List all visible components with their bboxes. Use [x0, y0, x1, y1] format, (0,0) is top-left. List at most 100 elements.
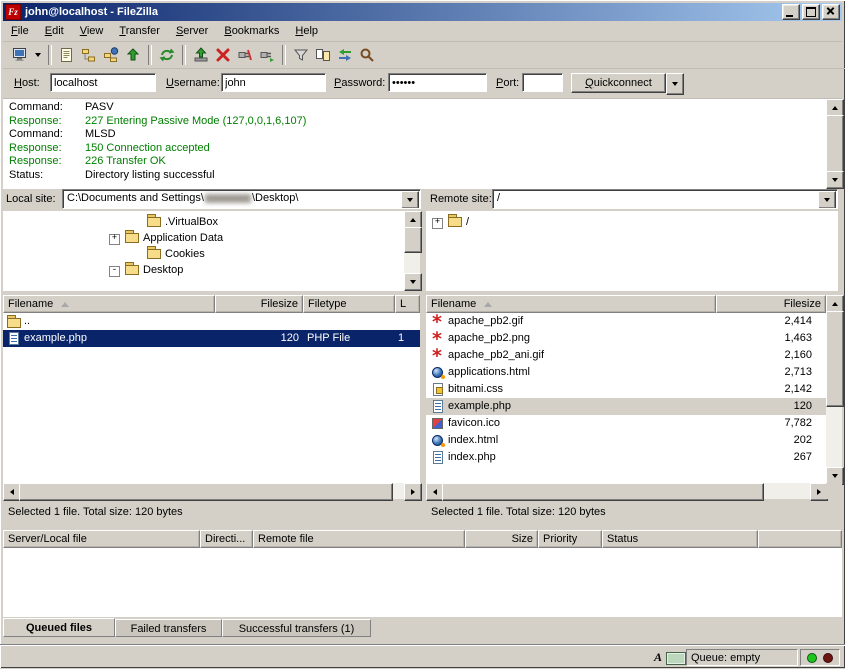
file-row[interactable]: index.php267	[426, 449, 826, 466]
column-header-filename[interactable]: Filename	[3, 295, 215, 313]
tree-item[interactable]: -Desktop	[3, 261, 404, 277]
quickconnect-dropdown[interactable]	[666, 73, 684, 95]
tab-successful-transfers[interactable]: Successful transfers (1)	[222, 619, 371, 637]
find-files-button[interactable]	[356, 44, 378, 66]
column-header-lastmodified[interactable]: L	[395, 295, 420, 313]
local-site-dropdown[interactable]	[401, 191, 419, 209]
log-line: Command:MLSD	[3, 128, 826, 142]
scroll-down-button[interactable]	[404, 273, 422, 291]
directory-filter-button[interactable]	[290, 44, 312, 66]
image-file-icon	[430, 314, 446, 329]
site-manager-button[interactable]	[9, 44, 31, 66]
column-header-filesize[interactable]: Filesize	[716, 295, 826, 313]
maximize-icon	[806, 7, 816, 17]
scroll-thumb[interactable]	[826, 115, 844, 173]
local-horizontal-scrollbar[interactable]	[3, 483, 420, 499]
local-tree-scrollbar[interactable]	[404, 211, 420, 289]
disconnect-button[interactable]	[234, 44, 256, 66]
file-row-selected[interactable]: example.php120	[426, 398, 826, 415]
scroll-thumb[interactable]	[826, 311, 844, 407]
menu-view[interactable]: View	[72, 23, 112, 39]
file-row[interactable]: favicon.ico7,782	[426, 415, 826, 432]
port-label: Port:	[496, 77, 519, 89]
file-size: 7,782	[702, 415, 812, 431]
tab-failed-transfers[interactable]: Failed transfers	[115, 619, 222, 637]
synchronized-browsing-button[interactable]	[334, 44, 356, 66]
cancel-transfer-button[interactable]	[212, 44, 234, 66]
column-header-filetype[interactable]: Filetype	[303, 295, 395, 313]
tree-item[interactable]: + Application Data	[3, 229, 404, 245]
host-input[interactable]	[50, 73, 156, 92]
log-line: Status:Directory listing successful	[3, 169, 826, 183]
tree-item-label: Application Data	[143, 232, 223, 244]
expand-icon[interactable]: +	[109, 234, 120, 245]
transfer-queue-toggle-button[interactable]	[122, 44, 144, 66]
file-row[interactable]: apache_pb2.gif2,414	[426, 313, 826, 330]
quickconnect-bar: Host: Username: Password: Port: Quickcon…	[3, 68, 842, 99]
filezilla-app-icon[interactable]: Fz	[5, 4, 21, 20]
file-row-selected[interactable]: example.php 120 PHP File 1	[3, 330, 420, 347]
menu-edit[interactable]: Edit	[37, 23, 72, 39]
quickconnect-button[interactable]: Quickconnect	[571, 73, 666, 93]
tree-item[interactable]: .VirtualBox	[3, 213, 404, 229]
message-log-toggle-button[interactable]	[56, 44, 78, 66]
column-header-server-local-file[interactable]: Server/Local file	[3, 530, 200, 548]
log-scrollbar[interactable]	[826, 99, 842, 187]
site-manager-dropdown[interactable]	[31, 44, 44, 66]
file-row[interactable]: apache_pb2.png1,463	[426, 330, 826, 347]
tree-item[interactable]: Cookies	[3, 245, 404, 261]
titlebar[interactable]: Fz john@localhost - FileZilla	[3, 3, 842, 21]
scroll-thumb[interactable]	[19, 483, 393, 501]
file-row[interactable]: ..	[3, 313, 420, 330]
file-row[interactable]: applications.html2,713	[426, 364, 826, 381]
process-queue-button[interactable]	[190, 44, 212, 66]
local-site-combo[interactable]: C:\Documents and Settings\\Desktop\	[62, 189, 421, 209]
username-input[interactable]	[221, 73, 326, 92]
password-label: Password:	[334, 77, 385, 89]
maximize-button[interactable]	[802, 4, 820, 20]
remote-horizontal-scrollbar[interactable]	[426, 483, 826, 499]
column-header-remote-file[interactable]: Remote file	[253, 530, 465, 548]
file-row[interactable]: bitnami.css2,142	[426, 381, 826, 398]
remote-vertical-scrollbar[interactable]	[826, 295, 842, 483]
remote-file-list: Filename Filesize apache_pb2.gif2,414 ap…	[426, 295, 842, 499]
column-header-size[interactable]: Size	[465, 530, 538, 548]
menu-bookmarks[interactable]: Bookmarks	[216, 23, 287, 39]
directory-compare-button[interactable]	[312, 44, 334, 66]
file-row[interactable]: index.html202	[426, 432, 826, 449]
refresh-button[interactable]	[156, 44, 178, 66]
file-name: applications.html	[448, 364, 530, 380]
reconnect-button[interactable]	[256, 44, 278, 66]
menu-transfer[interactable]: Transfer	[111, 23, 168, 39]
collapse-icon[interactable]: -	[109, 266, 120, 277]
transfer-queue-list[interactable]	[3, 548, 842, 617]
port-input[interactable]	[522, 73, 563, 92]
remote-treeview-toggle-button[interactable]	[100, 44, 122, 66]
scroll-down-button[interactable]	[826, 171, 844, 189]
menu-file[interactable]: File	[3, 23, 37, 39]
menu-help[interactable]: Help	[287, 23, 326, 39]
minimize-button[interactable]	[782, 4, 800, 20]
remote-directory-tree: +/	[426, 211, 838, 291]
scroll-thumb[interactable]	[404, 227, 422, 253]
scroll-thumb[interactable]	[442, 483, 764, 501]
local-treeview-toggle-button[interactable]	[78, 44, 100, 66]
column-header-filesize[interactable]: Filesize	[215, 295, 303, 313]
column-header-direction[interactable]: Directi...	[200, 530, 253, 548]
menu-bar: File Edit View Transfer Server Bookmarks…	[3, 21, 842, 42]
menu-server[interactable]: Server	[168, 23, 216, 39]
expand-icon[interactable]: +	[432, 218, 443, 229]
column-header-filename[interactable]: Filename	[426, 295, 716, 313]
scroll-right-button[interactable]	[404, 483, 422, 501]
password-input[interactable]	[388, 73, 487, 92]
column-header-status[interactable]: Status	[602, 530, 758, 548]
activity-led-green	[807, 653, 817, 663]
column-header-priority[interactable]: Priority	[538, 530, 602, 548]
file-row[interactable]: apache_pb2_ani.gif2,160	[426, 347, 826, 364]
file-name: apache_pb2_ani.gif	[448, 347, 544, 363]
close-button[interactable]	[822, 4, 840, 20]
tab-queued-files[interactable]: Queued files	[3, 618, 115, 637]
tree-item[interactable]: +/	[426, 213, 838, 229]
remote-site-combo[interactable]: /	[492, 189, 838, 209]
remote-site-dropdown[interactable]	[818, 191, 836, 209]
